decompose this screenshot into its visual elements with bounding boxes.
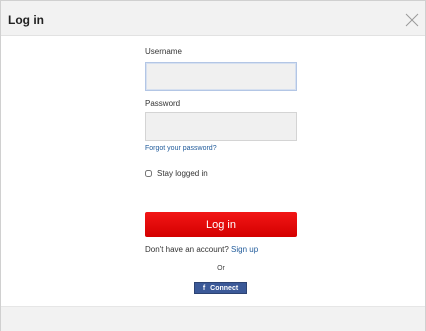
- password-label: Password: [145, 99, 181, 108]
- signup-link[interactable]: Sign up: [231, 245, 258, 254]
- close-icon: [405, 13, 419, 27]
- dialog-header: Log in: [1, 1, 425, 36]
- stay-logged-in-checkbox[interactable]: [145, 169, 152, 177]
- facebook-connect-label: Connect: [210, 284, 239, 292]
- password-input[interactable]: [145, 112, 297, 141]
- dialog-footer: [1, 306, 425, 331]
- login-dialog: Log in Username Password Forgot your pas…: [0, 0, 426, 331]
- username-label: Username: [145, 47, 182, 56]
- signup-prompt: Don't have an account?: [145, 245, 229, 254]
- dialog-title: Log in: [8, 13, 44, 27]
- login-button[interactable]: Log in: [145, 212, 297, 237]
- stay-logged-in-label: Stay logged in: [157, 168, 208, 178]
- facebook-connect-button[interactable]: f Connect: [194, 282, 247, 294]
- close-button[interactable]: [405, 13, 419, 27]
- forgot-password-link[interactable]: Forgot your password?: [145, 145, 217, 152]
- username-input[interactable]: [145, 62, 297, 91]
- signup-row: Don't have an account? Sign up: [145, 245, 258, 254]
- stay-logged-in-row: Stay logged in: [145, 167, 208, 179]
- or-separator: Or: [217, 265, 225, 272]
- facebook-icon: f: [202, 284, 206, 292]
